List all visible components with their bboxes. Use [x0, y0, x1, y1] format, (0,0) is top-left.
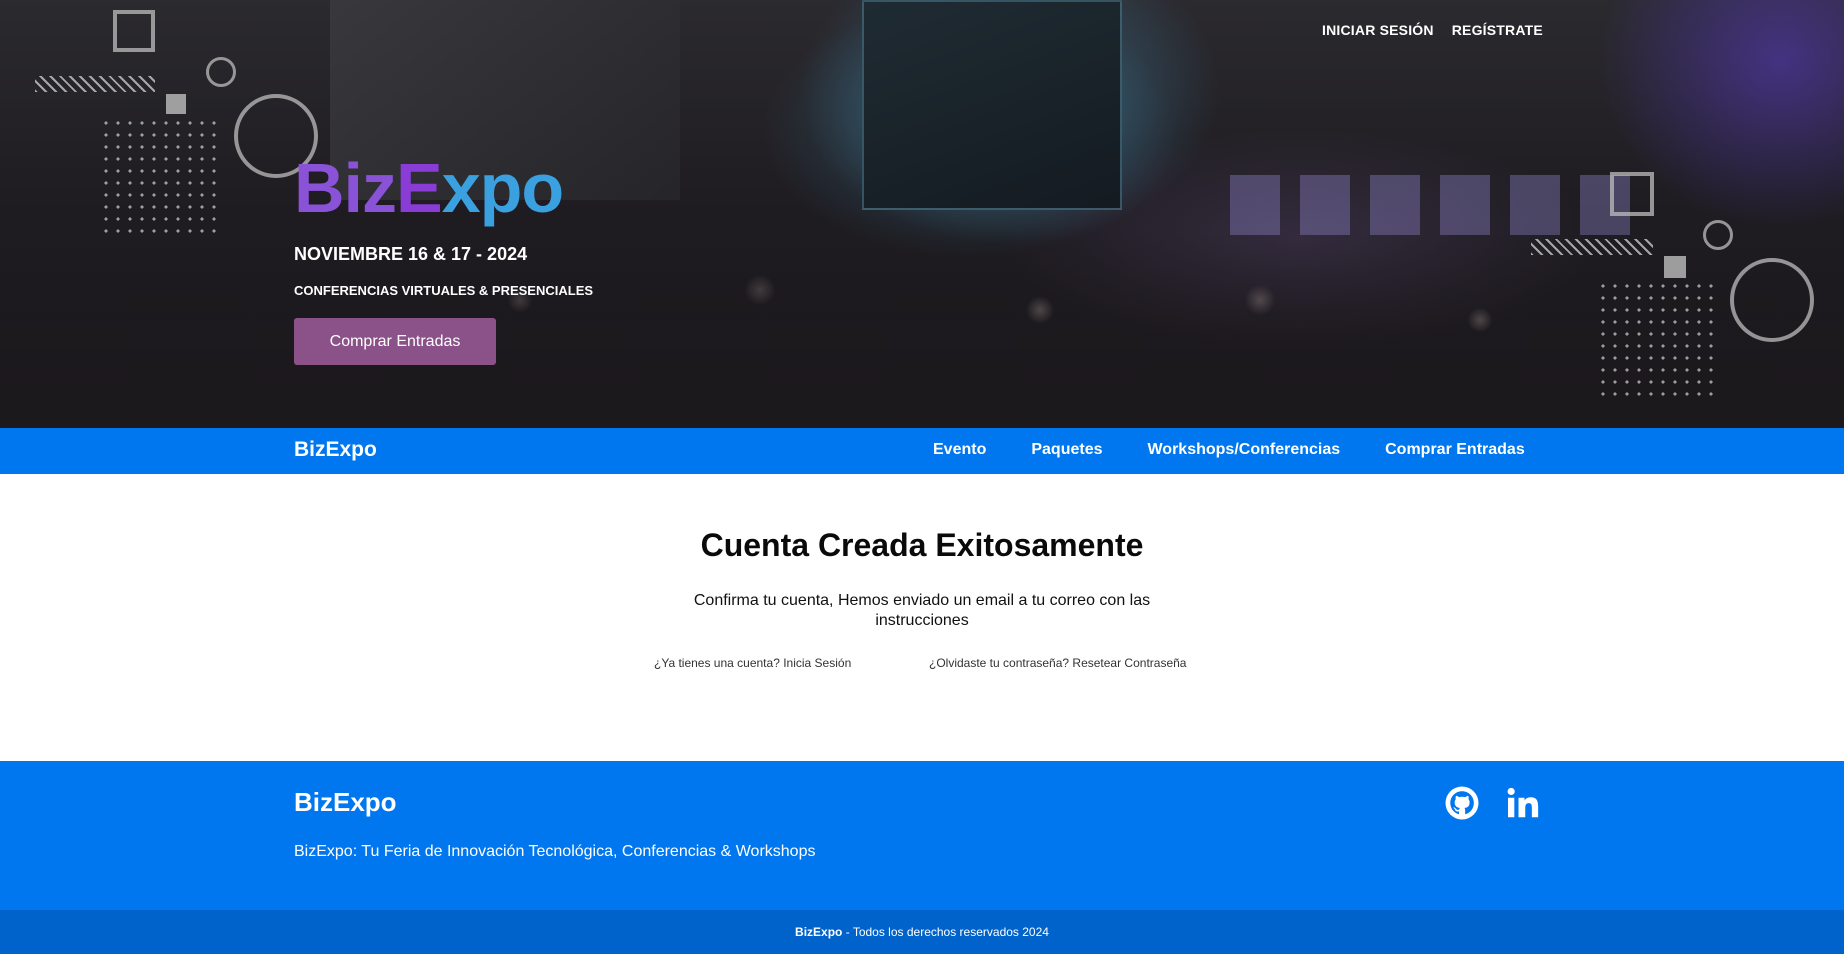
- footer-tagline: BizExpo: Tu Feria de Innovación Tecnológ…: [294, 843, 816, 860]
- hero-logo-part3: xpo: [441, 149, 564, 227]
- footer: BizExpo BizExpo: Tu Feria de Innovación …: [0, 761, 1844, 910]
- decor-dot-grid: [100, 117, 220, 237]
- hero-logo: BizExpo: [294, 148, 564, 228]
- buy-tickets-button[interactable]: Comprar Entradas: [294, 318, 496, 365]
- reset-password-link[interactable]: ¿Olvidaste tu contraseña? Resetear Contr…: [929, 656, 1186, 670]
- login-prompt-link[interactable]: ¿Ya tienes una cuenta? Inicia Sesión: [654, 656, 851, 670]
- navbar-logo[interactable]: BizExpo: [294, 438, 377, 462]
- decor-filled-square: [1664, 256, 1686, 278]
- linkedin-icon[interactable]: [1505, 785, 1541, 821]
- footer-logo: BizExpo: [294, 787, 397, 817]
- decor-stripes: [35, 76, 155, 92]
- copyright-brand: BizExpo: [795, 925, 843, 939]
- decor-circle-small: [206, 57, 236, 87]
- hero-logo-part2: E: [396, 149, 443, 227]
- nav-link-comprar-entradas[interactable]: Comprar Entradas: [1385, 441, 1525, 459]
- event-date: NOVIEMBRE 16 & 17 - 2024: [294, 244, 528, 264]
- decor-circle-large: [1730, 258, 1814, 342]
- nav-link-evento[interactable]: Evento: [933, 441, 986, 459]
- register-link[interactable]: REGÍSTRATE: [1452, 22, 1543, 38]
- decor-filled-square: [166, 94, 186, 114]
- confirmation-message: Confirma tu cuenta, Hemos enviado un ema…: [693, 592, 1151, 629]
- decor-square: [1610, 172, 1654, 216]
- page-title: Cuenta Creada Exitosamente: [700, 527, 1144, 563]
- decor-stripes: [1531, 239, 1653, 255]
- copyright-text: - Todos los derechos reservados 2024: [842, 925, 1049, 939]
- event-subtitle: CONFERENCIAS VIRTUALES & PRESENCIALES: [294, 283, 594, 298]
- account-links: INICIAR SESIÓN REGÍSTRATE: [1322, 22, 1543, 38]
- nav-link-workshops[interactable]: Workshops/Conferencias: [1147, 441, 1340, 459]
- decor-circle-small: [1703, 220, 1733, 250]
- background-booths: [1230, 175, 1650, 235]
- github-icon[interactable]: [1444, 785, 1480, 821]
- background-crowd: [0, 230, 1844, 428]
- main-navbar: BizExpo Evento Paquetes Workshops/Confer…: [0, 428, 1844, 474]
- decor-dot-grid: [1597, 280, 1717, 400]
- nav-link-paquetes[interactable]: Paquetes: [1031, 441, 1102, 459]
- login-link[interactable]: INICIAR SESIÓN: [1322, 22, 1434, 38]
- copyright-bar: BizExpo - Todos los derechos reservados …: [0, 910, 1844, 954]
- navbar-links: Evento Paquetes Workshops/Conferencias C…: [933, 441, 1525, 459]
- hero-banner: INICIAR SESIÓN REGÍSTRATE BizExpo NOVIEM…: [0, 0, 1844, 428]
- decor-square: [113, 10, 155, 52]
- background-screen-main: [862, 0, 1122, 210]
- hero-logo-part1: Biz: [294, 149, 397, 227]
